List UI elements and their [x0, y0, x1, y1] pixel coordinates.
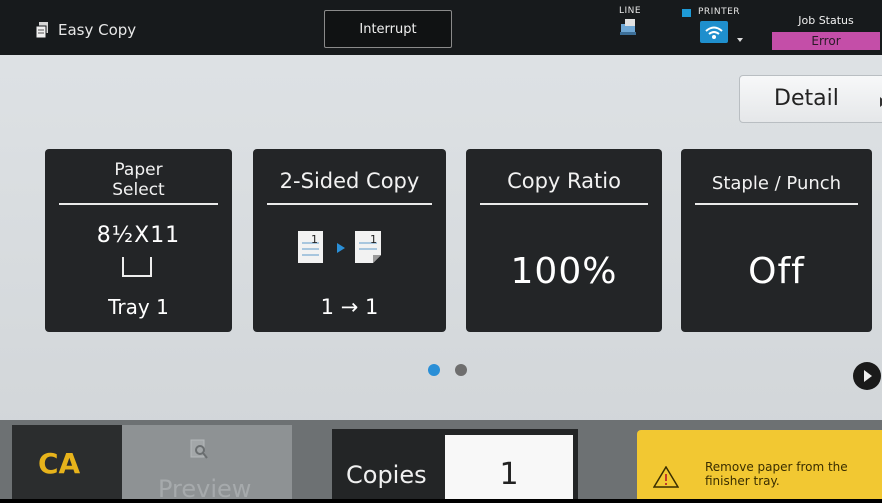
- duplex-mode: 1 → 1: [320, 295, 379, 319]
- duplex-pages-icon: 1 1: [298, 231, 381, 263]
- tray-icon: [122, 257, 152, 277]
- printer-status[interactable]: PRINTER: [680, 6, 770, 50]
- printer-indicator: [682, 9, 691, 17]
- page-dot-1[interactable]: [428, 364, 440, 376]
- divider: [695, 203, 858, 205]
- chevron-down-icon: [737, 38, 743, 42]
- paper-select-title: Paper Select: [45, 160, 232, 200]
- fax-line-icon: [620, 19, 636, 35]
- copies-panel: Copies 1: [332, 429, 578, 499]
- line-status[interactable]: LINE: [610, 6, 650, 46]
- clear-all-button[interactable]: CA: [12, 425, 122, 499]
- copy-screen: Easy Copy Interrupt LINE PRINTER Job Sta…: [0, 0, 882, 503]
- job-status-label: Job Status: [798, 14, 854, 27]
- printer-label: PRINTER: [698, 7, 741, 17]
- page-dot-2[interactable]: [455, 364, 467, 376]
- mode-indicator: Easy Copy: [36, 21, 136, 39]
- paper-select-title-line2: Select: [112, 180, 165, 200]
- detail-label: Detail: [774, 86, 839, 111]
- staple-punch-value: Off: [748, 251, 805, 292]
- copy-ratio-title: Copy Ratio: [507, 169, 621, 193]
- next-page-icon[interactable]: [853, 362, 881, 390]
- divider: [267, 203, 432, 205]
- preview-button[interactable]: Preview: [122, 425, 292, 503]
- line-label: LINE: [618, 6, 642, 16]
- preview-icon: [190, 439, 208, 459]
- staple-punch-title: Staple / Punch: [711, 173, 842, 194]
- warning-icon: [653, 466, 679, 488]
- wifi-icon: [700, 21, 728, 43]
- two-sided-copy-title: 2-Sided Copy: [279, 169, 420, 193]
- paper-select-title-line1: Paper: [114, 160, 163, 180]
- copy-icon: [36, 22, 48, 38]
- staple-punch-tile[interactable]: Staple / Punch Off: [681, 149, 872, 332]
- copy-ratio-value: 100%: [510, 251, 618, 292]
- job-status-button[interactable]: Job Status Error: [772, 8, 880, 52]
- divider: [59, 203, 218, 205]
- copy-ratio-tile[interactable]: Copy Ratio 100%: [466, 149, 662, 332]
- tray-label: Tray 1: [108, 295, 169, 319]
- duplex-page-number-back: 1: [370, 233, 377, 246]
- paper-size: 8½X11: [96, 223, 181, 248]
- mode-label: Easy Copy: [58, 21, 137, 39]
- two-sided-copy-tile[interactable]: 2-Sided Copy 1 1 1 → 1: [253, 149, 446, 332]
- paper-select-tile[interactable]: Paper Select 8½X11 Tray 1: [45, 149, 232, 332]
- interrupt-button[interactable]: Interrupt: [324, 10, 452, 48]
- top-bar: Easy Copy Interrupt LINE PRINTER Job Sta…: [0, 0, 882, 55]
- detail-button[interactable]: Detail: [739, 75, 882, 123]
- divider: [480, 203, 648, 205]
- copies-count-field[interactable]: 1: [445, 435, 573, 499]
- duplex-page-number-front: 1: [311, 233, 318, 246]
- copies-label: Copies: [346, 461, 427, 489]
- job-status-error-badge: Error: [772, 32, 880, 50]
- alert-banner[interactable]: Remove paper from the finisher tray.: [637, 430, 882, 499]
- alert-message: Remove paper from the finisher tray.: [705, 460, 848, 488]
